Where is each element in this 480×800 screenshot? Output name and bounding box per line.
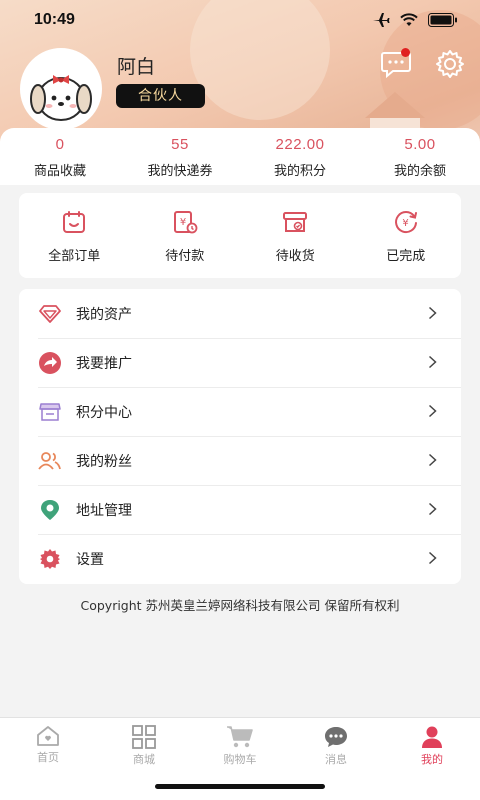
chevron-right-icon [428,453,437,467]
tab-mine[interactable]: 我的 [384,718,480,800]
chevron-right-icon [428,502,437,516]
order-label: 已完成 [386,249,426,264]
stat-value: 5.00 [404,136,436,153]
tab-label: 消息 [325,753,347,766]
cart-icon [227,726,253,748]
menu-item-points-center[interactable]: 积分中心 [19,387,461,436]
orders-card: 全部订单 ¥ 待付款 待收货 ¥ 已完成 [19,193,461,278]
diamond-icon [39,304,61,323]
wifi-icon [400,13,418,26]
menu-card: 我的资产 我要推广 积分中心 我的粉丝 地址管理 设置 [19,289,461,584]
pending-payment-icon: ¥ [173,211,198,234]
stat-favorites[interactable]: 0 商品收藏 [0,128,120,185]
chevron-right-icon [428,404,437,418]
order-pending-payment[interactable]: ¥ 待付款 [130,193,241,278]
stats-bar: 0 商品收藏 55 我的快递券 222.00 我的积分 5.00 我的余额 [0,128,480,185]
pending-receipt-icon [283,212,308,232]
stat-value: 222.00 [275,136,325,153]
chevron-right-icon [428,355,437,369]
user-name: 阿白 [117,56,156,78]
menu-item-assets[interactable]: 我的资产 [19,289,461,338]
gear-icon [436,50,464,78]
stat-label: 我的余额 [393,164,446,179]
stat-label: 我的积分 [273,164,326,179]
fans-icon [38,451,61,470]
menu-item-promote[interactable]: 我要推广 [19,338,461,387]
airplane-icon [373,13,390,27]
order-pending-receipt[interactable]: 待收货 [240,193,351,278]
tab-label: 首页 [37,751,59,764]
menu-item-label: 我要推广 [76,355,132,372]
menu-item-label: 我的资产 [76,306,132,323]
chevron-right-icon [428,306,437,320]
order-all[interactable]: 全部订单 [19,193,130,278]
menu-item-address[interactable]: 地址管理 [19,485,461,534]
grid-icon [132,725,156,749]
all-orders-icon [63,211,86,233]
stat-value: 55 [171,136,189,153]
tab-label: 商城 [133,753,155,766]
dog-avatar-icon [23,51,99,127]
role-badge: 合伙人 [116,84,205,108]
stat-value: 0 [55,136,65,153]
home-icon [37,726,59,746]
stat-coupons[interactable]: 55 我的快递券 [120,128,240,185]
menu-item-label: 设置 [76,551,104,568]
status-time: 10:49 [34,11,75,28]
user-icon [422,726,442,748]
svg-text:¥: ¥ [180,217,186,228]
stat-balance[interactable]: 5.00 我的余额 [360,128,480,185]
order-label: 待收货 [275,249,315,264]
stat-points[interactable]: 222.00 我的积分 [240,128,360,185]
tab-label: 我的 [421,753,443,766]
menu-item-label: 积分中心 [76,404,132,421]
battery-icon [428,13,457,27]
avatar[interactable] [20,48,102,130]
order-label: 待付款 [165,249,205,264]
unread-dot [401,48,410,57]
menu-item-settings[interactable]: 设置 [19,534,461,583]
stat-label: 我的快递券 [147,164,213,179]
tab-label: 购物车 [223,753,257,766]
share-icon [39,351,61,374]
gear-icon [40,548,60,569]
location-icon [41,499,59,520]
order-label: 全部订单 [48,249,101,264]
chevron-right-icon [428,551,437,565]
tab-home[interactable]: 首页 [0,718,96,800]
menu-item-fans[interactable]: 我的粉丝 [19,436,461,485]
store-icon [39,402,61,421]
svg-text:¥: ¥ [402,218,408,229]
order-completed[interactable]: ¥ 已完成 [351,193,462,278]
menu-item-label: 我的粉丝 [76,453,132,470]
completed-icon: ¥ [394,211,417,234]
home-indicator [155,784,325,789]
copyright-text: Copyright 苏州英皇兰婷网络科技有限公司 保留所有权利 [80,598,400,613]
menu-item-label: 地址管理 [76,502,132,519]
settings-button[interactable] [434,48,466,80]
status-bar: 10:49 [0,0,480,44]
message-icon [325,727,347,747]
stat-label: 商品收藏 [33,164,86,179]
